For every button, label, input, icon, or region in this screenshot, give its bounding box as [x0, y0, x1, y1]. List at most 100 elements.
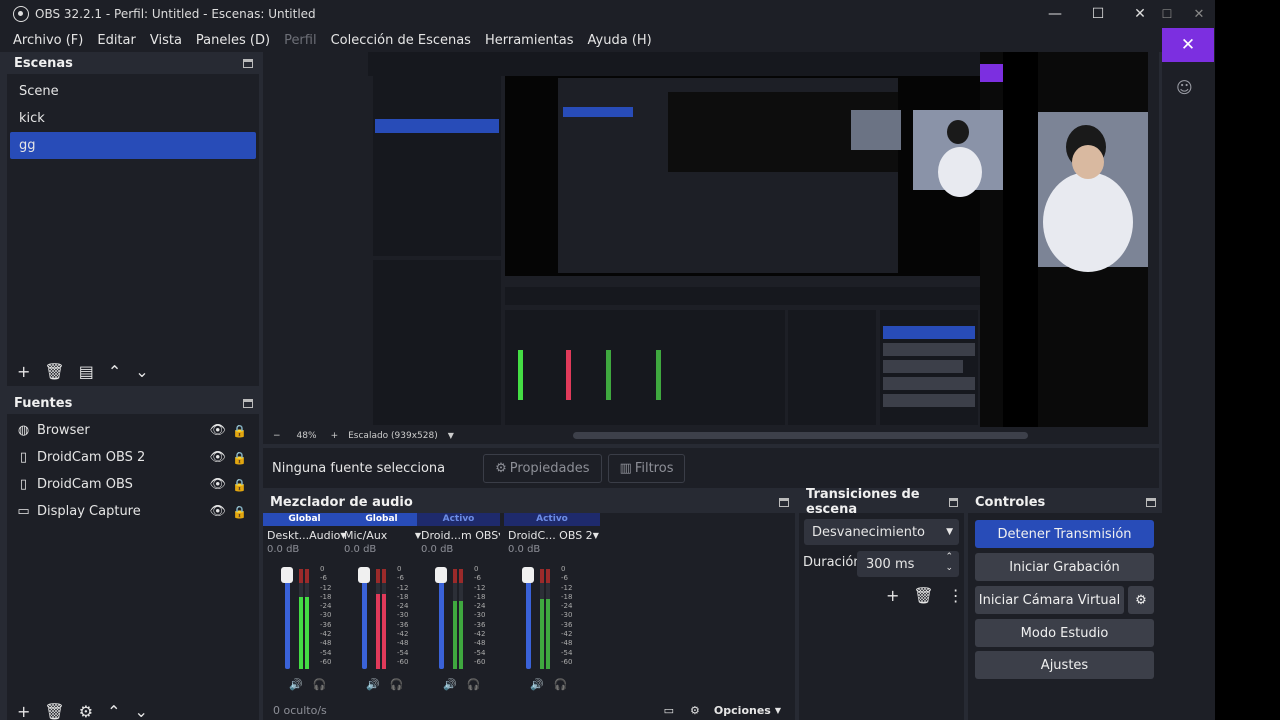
eye-icon[interactable]: 👁 — [209, 504, 226, 519]
channel-name[interactable]: Mic/Aux ▼ — [340, 526, 423, 544]
preview-area[interactable] — [263, 52, 1159, 427]
volume-fader-handle[interactable] — [281, 567, 293, 583]
monitor-mute-icon[interactable]: 🎧 — [554, 678, 568, 691]
filter-icon[interactable]: ▤ — [79, 362, 94, 381]
undock-icon[interactable] — [1146, 497, 1156, 507]
scene-item-scene[interactable]: Scene — [10, 78, 256, 105]
scaling-dropdown-icon[interactable]: ▼ — [448, 431, 454, 440]
controls-header: Controles — [968, 491, 1162, 513]
close-panel-button[interactable]: ✕ — [1162, 28, 1214, 62]
volume-fader-track[interactable] — [526, 569, 531, 669]
eye-icon[interactable]: 👁 — [209, 477, 226, 492]
add-icon[interactable]: + — [886, 586, 899, 605]
channel-name[interactable]: Droid...m OBS▼ — [417, 526, 500, 544]
monitor-mute-icon[interactable]: 🎧 — [390, 678, 404, 691]
speaker-icon[interactable]: 🔊 — [443, 678, 457, 691]
move-down-icon[interactable]: ⌄ — [135, 362, 148, 381]
start-recording-button[interactable]: Iniciar Grabación — [975, 553, 1154, 581]
move-up-icon[interactable]: ⌃ — [108, 362, 121, 381]
chevron-down-icon[interactable]: ▼ — [593, 531, 599, 540]
zoom-in-button[interactable]: + — [331, 431, 339, 441]
gear-icon[interactable]: ⚙ — [690, 704, 700, 717]
layout-icon[interactable]: ▭ — [664, 704, 674, 717]
volume-fader-handle[interactable] — [358, 567, 370, 583]
preview-scrollbar[interactable] — [573, 432, 1028, 439]
duration-input[interactable]: 300 ms ⌃ ⌄ — [857, 551, 959, 577]
undock-icon[interactable] — [779, 497, 789, 507]
eye-icon[interactable]: 👁 — [209, 423, 226, 438]
level-meter — [376, 569, 380, 669]
meter-tick-label: -30 — [561, 611, 573, 620]
menu-editar[interactable]: Editar — [97, 33, 136, 48]
source-item-droidcam-2[interactable]: ▯ DroidCam OBS 2 👁 🔒 — [7, 444, 259, 471]
scene-item-gg[interactable]: gg — [10, 132, 256, 159]
filters-button[interactable]: ▥ Filtros — [607, 453, 686, 483]
volume-fader-handle[interactable] — [435, 567, 447, 583]
chevron-down-icon[interactable]: ▼ — [775, 706, 781, 715]
chevron-down-icon[interactable]: ▼ — [498, 531, 500, 540]
move-down-icon[interactable]: ⌄ — [134, 702, 147, 720]
scene-item-kick[interactable]: kick — [10, 105, 256, 132]
outer-maximize-button[interactable]: ☐ — [1160, 0, 1174, 28]
speaker-icon[interactable]: 🔊 — [530, 678, 544, 691]
transition-select[interactable]: Desvanecimiento ▼ — [804, 519, 959, 545]
lock-icon[interactable]: 🔒 — [232, 424, 247, 438]
channel-name[interactable]: DroidC... OBS 2 ▼ — [504, 526, 600, 544]
source-item-display-capture[interactable]: ▭ Display Capture 👁 🔒 — [7, 498, 259, 525]
menu-herramientas[interactable]: Herramientas — [485, 33, 574, 48]
options-button[interactable]: Opciones — [714, 704, 771, 717]
eye-icon[interactable]: 👁 — [209, 450, 226, 465]
undock-icon[interactable] — [243, 398, 253, 408]
virtual-camera-button[interactable]: Iniciar Cámara Virtual — [975, 586, 1124, 614]
more-icon[interactable]: ⋮ — [948, 586, 964, 605]
maximize-button[interactable]: ☐ — [1076, 0, 1120, 28]
source-item-browser[interactable]: ◍ Browser 👁 🔒 — [7, 417, 259, 444]
trash-icon[interactable]: 🗑 — [913, 586, 933, 605]
channel-icons: 🔊 🎧 — [366, 678, 403, 691]
speaker-icon[interactable]: 🔊 — [366, 678, 380, 691]
menu-ayuda[interactable]: Ayuda (H) — [588, 33, 652, 48]
zoom-out-button[interactable]: − — [273, 431, 281, 441]
settings-button[interactable]: Ajustes — [975, 651, 1154, 679]
stop-stream-button[interactable]: Detener Transmisión — [975, 520, 1154, 548]
menu-vista[interactable]: Vista — [150, 33, 182, 48]
minimize-button[interactable]: — — [1033, 0, 1077, 28]
meter-tick-label: -30 — [474, 611, 486, 620]
source-item-droidcam[interactable]: ▯ DroidCam OBS 👁 🔒 — [7, 471, 259, 498]
channel-label: Mic/Aux — [344, 528, 388, 542]
volume-fader-handle[interactable] — [522, 567, 534, 583]
chat-icon[interactable]: ☺ — [1176, 78, 1193, 97]
preview-canvas[interactable] — [368, 52, 1148, 427]
channel-name[interactable]: Deskt...Audio ▼ — [263, 526, 346, 544]
monitor-mute-icon[interactable]: 🎧 — [313, 678, 327, 691]
volume-fader-track[interactable] — [439, 569, 444, 669]
menu-paneles[interactable]: Paneles (D) — [196, 33, 270, 48]
close-button[interactable]: ✕ — [1118, 0, 1162, 28]
properties-button[interactable]: ⚙ Propiedades — [483, 453, 602, 483]
speaker-icon[interactable]: 🔊 — [289, 678, 303, 691]
gear-icon[interactable]: ⚙ — [79, 702, 93, 720]
volume-fader-track[interactable] — [362, 569, 367, 669]
menu-coleccion-escenas[interactable]: Colección de Escenas — [331, 33, 471, 48]
virtual-camera-settings-button[interactable]: ⚙ — [1128, 586, 1154, 614]
trash-icon[interactable]: 🗑 — [44, 702, 64, 720]
undock-icon[interactable] — [243, 58, 253, 68]
stepper-icon[interactable]: ⌃ ⌄ — [945, 552, 953, 574]
trash-icon[interactable]: 🗑 — [44, 362, 64, 381]
undock-icon[interactable] — [949, 497, 958, 507]
lock-icon[interactable]: 🔒 — [232, 451, 247, 465]
meter-tick-label: -42 — [397, 630, 409, 639]
level-meter — [305, 569, 309, 669]
volume-fader-track[interactable] — [285, 569, 290, 669]
audio-mixer-dock: Mezclador de audio Global Deskt...Audio ▼ 0… — [263, 491, 795, 720]
add-icon[interactable]: + — [17, 362, 30, 381]
outer-close-button[interactable]: ✕ — [1190, 0, 1208, 28]
menu-archivo[interactable]: Archivo (F) — [13, 33, 83, 48]
add-icon[interactable]: + — [17, 702, 30, 720]
move-up-icon[interactable]: ⌃ — [107, 702, 120, 720]
monitor-mute-icon[interactable]: 🎧 — [467, 678, 481, 691]
lock-icon[interactable]: 🔒 — [232, 478, 247, 492]
studio-mode-button[interactable]: Modo Estudio — [975, 619, 1154, 647]
menu-perfil[interactable]: Perfil — [284, 33, 317, 48]
lock-icon[interactable]: 🔒 — [232, 505, 247, 519]
